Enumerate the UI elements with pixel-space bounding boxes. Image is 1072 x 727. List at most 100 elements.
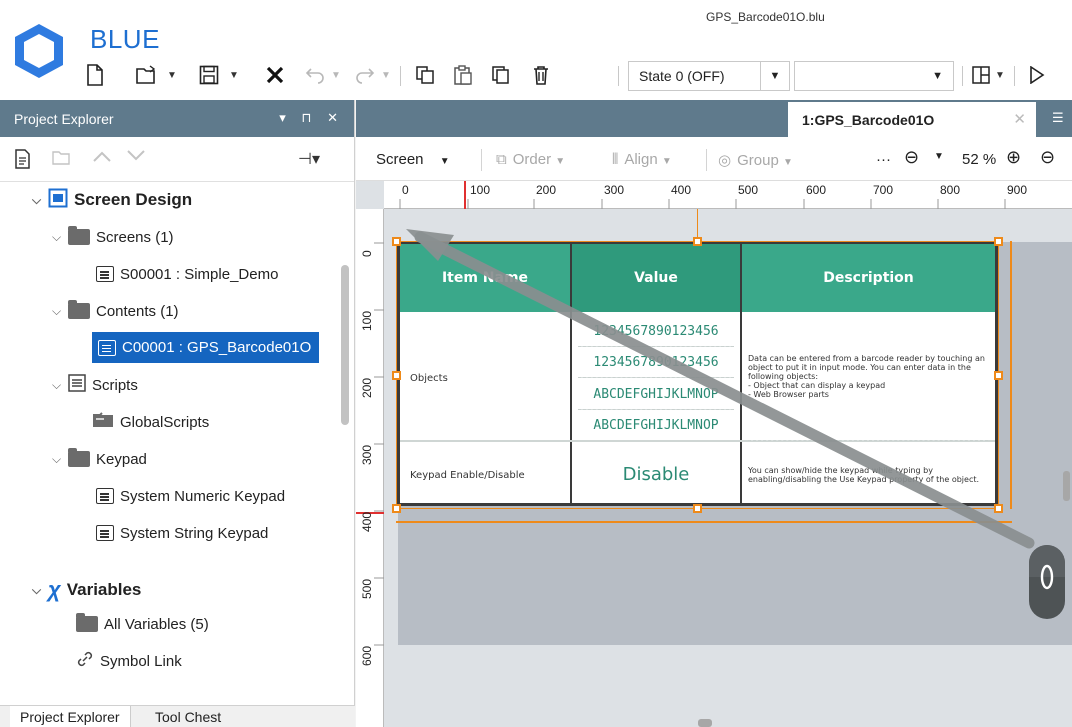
language-select[interactable]: ▼	[794, 61, 954, 91]
design-toolbar: Screen ▼ ⧉ Order ▼ ⫴ Align ▼ ◎ Group ▼ ··· …	[356, 137, 1072, 181]
document-tab-bar: 1:GPS_Barcode01O ✕ ☰	[356, 100, 1072, 137]
toolbar-divider	[481, 149, 482, 171]
layout-dropdown-icon[interactable]: ▼	[994, 58, 1006, 92]
canvas-horizontal-scrollbar[interactable]	[698, 719, 712, 727]
panel-window-controls[interactable]: ▾ ⊓ ✕	[279, 110, 344, 126]
scripts-icon	[68, 374, 86, 396]
chevron-down-icon: ▼	[661, 156, 672, 167]
ruler-label: 600	[360, 645, 374, 666]
chevron-down-icon: ⌵	[52, 377, 62, 392]
tree-all-variables[interactable]: All Variables (5)	[76, 608, 209, 640]
tree-keypad[interactable]: ⌵ Keypad	[52, 443, 147, 475]
zoom-fit-icon[interactable]: ⊖	[904, 147, 919, 168]
redo-dropdown-icon[interactable]: ▼	[380, 58, 392, 92]
tree-symbol-link[interactable]: Symbol Link	[76, 645, 182, 677]
ruler-label: 200	[536, 183, 557, 197]
horizontal-ruler: 0 100 200 300 400 500 600 700 800 900	[384, 181, 1072, 209]
tree-label: C00001 : GPS_Barcode01O	[122, 339, 312, 356]
tab-menu-icon[interactable]: ☰	[1052, 110, 1066, 125]
state-dropdown-icon[interactable]: ▼	[760, 61, 790, 91]
chevron-down-icon: ▼	[932, 70, 943, 82]
tree-string-keypad[interactable]: System String Keypad	[96, 517, 268, 549]
toolbar-divider	[706, 149, 707, 171]
align-dropdown[interactable]: ⫴ Align ▼	[612, 151, 672, 168]
save-icon[interactable]	[194, 58, 224, 92]
add-item-icon[interactable]	[14, 149, 32, 174]
tree-label: S00001 : Simple_Demo	[120, 265, 279, 283]
paste-icon[interactable]	[448, 58, 478, 92]
ruler-label: 200	[360, 377, 374, 398]
ruler-label: 600	[806, 183, 827, 197]
chevron-down-icon: ▼	[439, 156, 450, 167]
more-button[interactable]: ···	[876, 151, 891, 168]
undo-icon[interactable]	[300, 58, 330, 92]
open-folder-icon[interactable]	[132, 58, 162, 92]
tree-content-item-selected[interactable]: C00001 : GPS_Barcode01O	[92, 332, 320, 363]
file-name: GPS_Barcode01O.blu	[706, 10, 825, 24]
move-up-icon[interactable]	[92, 149, 112, 168]
pin-icon[interactable]: ⊣▾	[298, 149, 320, 169]
add-folder-icon[interactable]	[52, 149, 70, 170]
tab-project-explorer[interactable]: Project Explorer	[10, 706, 131, 727]
folder-icon	[68, 448, 90, 467]
redo-icon[interactable]	[350, 58, 380, 92]
order-icon: ⧉	[496, 151, 507, 168]
drag-arrow-icon	[406, 229, 1035, 549]
tree-scripts[interactable]: ⌵ Scripts	[52, 369, 138, 401]
save-dropdown-icon[interactable]: ▼	[228, 58, 240, 92]
dropdown-label: Screen	[376, 151, 424, 168]
close-icon[interactable]: ✕	[1013, 110, 1026, 128]
explorer-toolbar: ⊣▾	[0, 137, 354, 182]
app-name: BLUE	[90, 24, 160, 54]
ruler-label: 700	[873, 183, 894, 197]
panel-title: Project Explorer	[14, 110, 114, 127]
duplicate-icon[interactable]	[486, 58, 516, 92]
tree-screen-item[interactable]: S00001 : Simple_Demo	[96, 258, 278, 290]
tree-screens[interactable]: ⌵ Screens (1)	[52, 221, 174, 253]
toolbar-divider	[1014, 66, 1015, 86]
run-icon[interactable]	[1024, 58, 1050, 92]
ruler-label: 0	[360, 250, 374, 257]
layout-icon[interactable]	[968, 58, 994, 92]
folder-icon	[68, 300, 90, 319]
tree-label: Contents (1)	[96, 302, 179, 320]
screen-dropdown[interactable]: Screen ▼	[376, 151, 450, 168]
global-scripts-icon	[92, 412, 114, 432]
state-select[interactable]: State 0 (OFF)	[628, 61, 768, 91]
tab-tool-chest[interactable]: Tool Chest	[145, 706, 231, 727]
vertical-ruler: 0 100 200 300 400 500 600	[356, 209, 384, 727]
zoom-dropdown-icon[interactable]: ▼	[934, 151, 944, 162]
ruler-label: 300	[360, 444, 374, 465]
chevron-down-icon: ▼	[555, 156, 566, 167]
zoom-out-icon[interactable]: ⊖	[1040, 147, 1055, 168]
blue-ide-window: BLUE GPS_Barcode01O.blu ▼ ▼ ▼ ▼ State 0 …	[0, 0, 1072, 727]
move-down-icon[interactable]	[126, 149, 146, 168]
new-file-icon[interactable]	[80, 58, 110, 92]
screen-design-icon	[48, 188, 68, 213]
zoom-in-icon[interactable]: ⊕	[1006, 147, 1021, 168]
keypad-document-icon	[96, 525, 114, 541]
tree-numeric-keypad[interactable]: System Numeric Keypad	[96, 480, 285, 512]
ruler-label: 100	[360, 310, 374, 331]
canvas-vertical-scrollbar[interactable]	[1063, 471, 1070, 501]
copy-icon[interactable]	[410, 58, 440, 92]
group-dropdown[interactable]: ◎ Group ▼	[718, 151, 793, 169]
tree-label: System Numeric Keypad	[120, 487, 286, 505]
close-icon[interactable]	[260, 58, 290, 92]
project-explorer-header: Project Explorer ▾ ⊓ ✕	[0, 100, 354, 137]
order-dropdown[interactable]: ⧉ Order ▼	[496, 151, 565, 168]
ruler-label: 300	[604, 183, 625, 197]
tree-variables[interactable]: ⌵ χ Variables	[32, 574, 141, 606]
tree-global-scripts[interactable]: GlobalScripts	[92, 406, 209, 438]
undo-dropdown-icon[interactable]: ▼	[330, 58, 342, 92]
open-dropdown-icon[interactable]: ▼	[166, 58, 178, 92]
tree-label: Symbol Link	[100, 652, 182, 670]
dropdown-label: Group	[737, 152, 779, 169]
delete-icon[interactable]	[526, 58, 556, 92]
design-canvas[interactable]: 0 100 200 300 400 500 600 700 800 900 0 …	[356, 181, 1072, 727]
tree-label: Variables	[66, 580, 142, 599]
explorer-scrollbar[interactable]	[341, 265, 349, 425]
tree-screen-design[interactable]: ⌵ Screen Design	[32, 184, 192, 216]
tab-gps-barcode[interactable]: 1:GPS_Barcode01O ✕	[788, 102, 1036, 137]
tree-contents[interactable]: ⌵ Contents (1)	[52, 295, 179, 327]
